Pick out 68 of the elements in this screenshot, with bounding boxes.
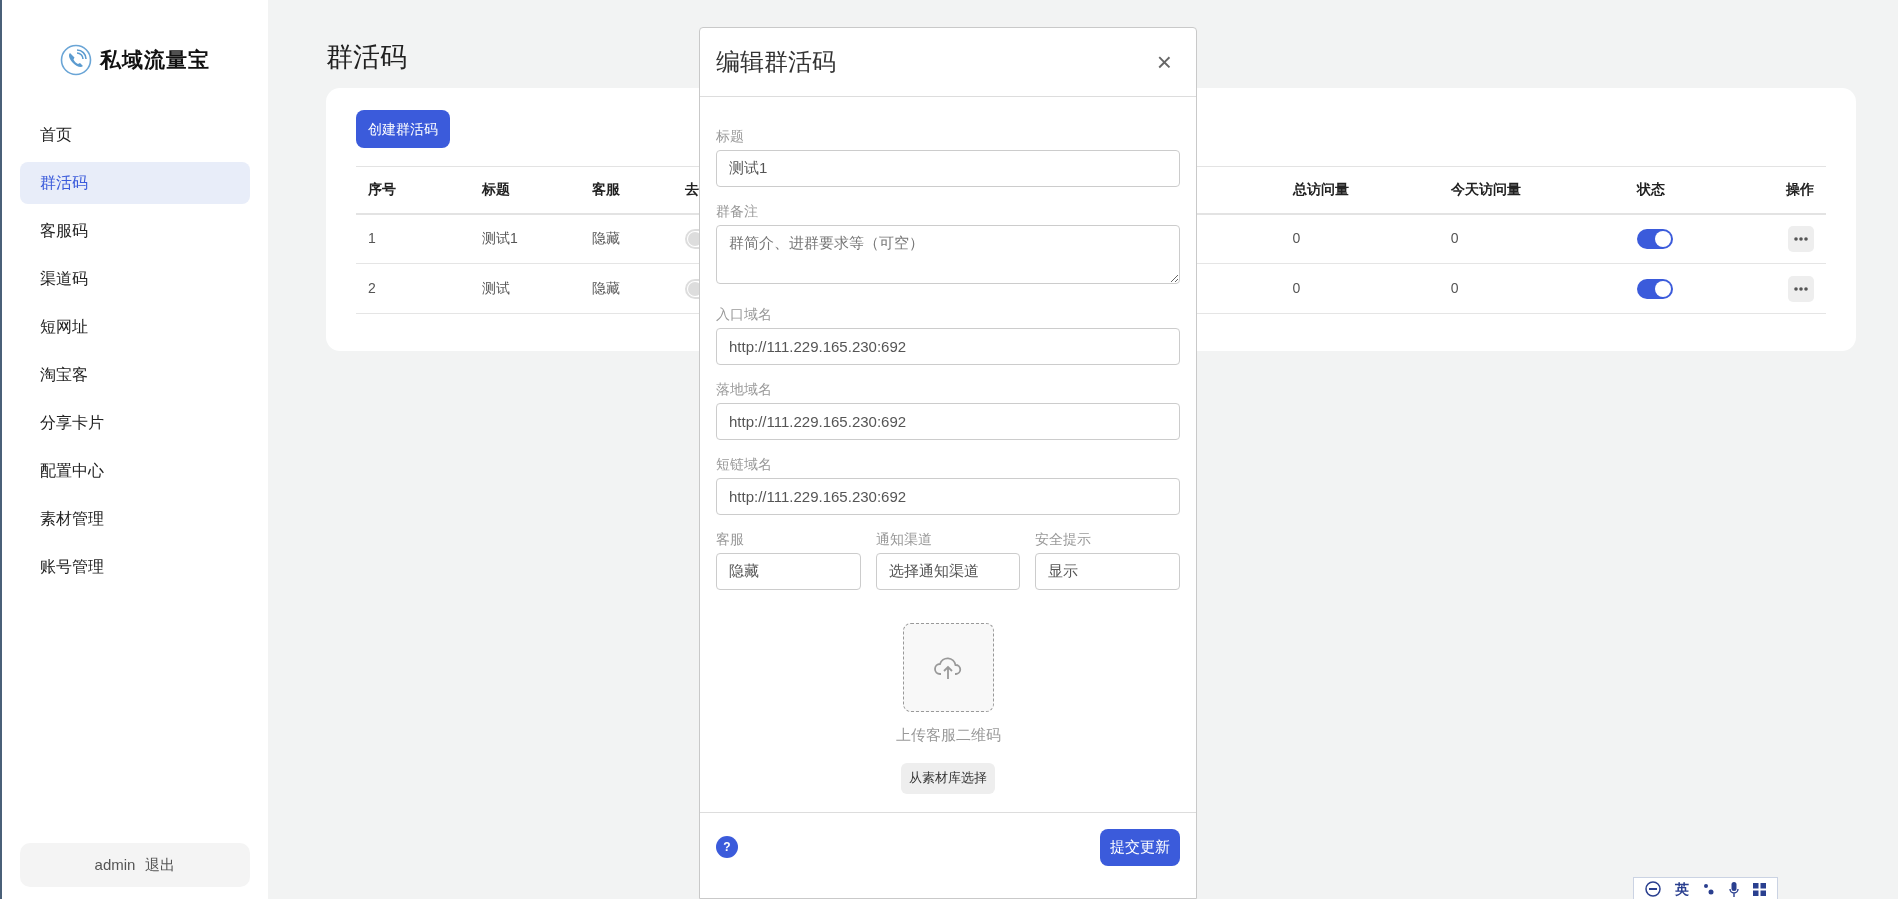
more-icon xyxy=(1794,236,1808,241)
submit-button[interactable]: 提交更新 xyxy=(1100,828,1180,866)
input-field[interactable]: 选择通知渠道 xyxy=(875,553,1021,590)
input-field[interactable]: 显示 xyxy=(1035,553,1180,590)
field-label: 通知渠道 xyxy=(875,531,932,547)
page-title: 群活码 xyxy=(326,42,407,72)
column-header: 今天访问量 xyxy=(1450,181,1521,198)
table-cell: 0 xyxy=(1450,230,1459,247)
nav-item[interactable]: 配置中心 xyxy=(20,450,250,492)
punctuation-icon[interactable] xyxy=(1703,882,1715,896)
table-cell: 隐藏 xyxy=(592,280,621,296)
table-cell: 0 xyxy=(1292,280,1301,296)
nav-item[interactable]: 群活码 xyxy=(20,162,250,204)
field-label: 安全提示 xyxy=(1035,531,1092,547)
column-header: 总访问量 xyxy=(1292,181,1349,198)
input-field[interactable]: 隐藏 xyxy=(716,553,861,590)
more-button[interactable] xyxy=(1788,275,1814,302)
field-label: 短链域名 xyxy=(716,456,772,472)
table-cell: 隐藏 xyxy=(592,230,621,247)
table-cell: 测试1 xyxy=(482,230,518,247)
microphone-icon[interactable] xyxy=(1729,881,1739,897)
nav-item[interactable]: 短网址 xyxy=(20,306,250,348)
table-cell: 测试 xyxy=(482,280,511,296)
table-cell: 2 xyxy=(368,280,376,296)
upload-area[interactable] xyxy=(902,623,994,712)
nav-item[interactable]: 客服码 xyxy=(20,210,250,252)
grid-icon[interactable] xyxy=(1753,882,1766,896)
column-header: 标题 xyxy=(482,181,511,198)
column-header: 序号 xyxy=(368,181,396,198)
textarea-field[interactable]: 群简介、进群要求等（可空） xyxy=(716,225,1180,284)
library-button[interactable]: 从素材库选择 xyxy=(901,762,995,794)
nav-item[interactable]: 分享卡片 xyxy=(20,402,250,444)
field-label: 标题 xyxy=(716,128,744,144)
toggle-switch[interactable] xyxy=(1636,279,1673,300)
field-label: 客服 xyxy=(716,531,744,547)
help-button[interactable]: ? xyxy=(716,836,738,858)
toggle-switch[interactable] xyxy=(1636,229,1673,250)
input-field[interactable]: http://111.229.165.230:692 xyxy=(716,478,1180,515)
nav-item[interactable]: 素材管理 xyxy=(20,498,250,540)
ime-logo-icon[interactable] xyxy=(1645,881,1661,897)
column-header: 去 xyxy=(685,181,700,198)
table-cell: 0 xyxy=(1292,230,1301,247)
upload-label: 上传客服二维码 xyxy=(895,726,1001,743)
input-field[interactable]: http://111.229.165.230:692 xyxy=(716,328,1180,365)
ime-mode-button[interactable]: 英 xyxy=(1675,878,1689,899)
field-label: 落地域名 xyxy=(716,381,772,397)
close-button[interactable]: × xyxy=(1152,49,1176,75)
input-field[interactable]: http://111.229.165.230:692 xyxy=(716,403,1180,440)
logo-text: 私域流量宝 xyxy=(100,47,210,74)
dialog-title: 编辑群活码 xyxy=(716,47,836,77)
nav-item[interactable]: 账号管理 xyxy=(20,546,250,588)
table-cell: 0 xyxy=(1450,280,1459,296)
more-icon xyxy=(1794,286,1808,291)
column-header: 状态 xyxy=(1636,181,1665,198)
field-label: 入口域名 xyxy=(716,306,772,322)
username: admin xyxy=(94,854,136,875)
create-button[interactable]: 创建群活码 xyxy=(356,110,450,148)
logout-link[interactable]: 退出 xyxy=(145,853,176,877)
phone-logo-icon xyxy=(60,44,92,76)
column-header: 操作 xyxy=(1786,181,1814,198)
nav-item[interactable]: 淘宝客 xyxy=(20,354,250,396)
nav-item[interactable]: 首页 xyxy=(20,114,250,156)
field-label: 群备注 xyxy=(716,203,758,219)
more-button[interactable] xyxy=(1788,225,1814,252)
column-header: 客服 xyxy=(592,181,621,198)
input-field[interactable]: 测试1 xyxy=(716,150,1180,187)
nav-item[interactable]: 渠道码 xyxy=(20,258,250,300)
table-cell: 1 xyxy=(368,230,376,247)
